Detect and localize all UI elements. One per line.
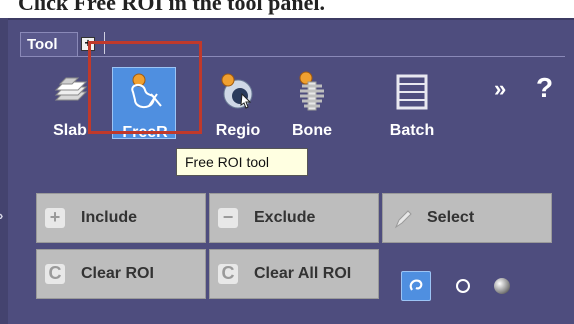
clear-roi-label: Clear ROI: [81, 265, 154, 282]
batch-icon: [396, 74, 428, 110]
tab-tool[interactable]: Tool: [20, 32, 78, 56]
tool-bone[interactable]: Bone: [280, 64, 344, 142]
left-collapse-strip[interactable]: ›: [0, 18, 8, 324]
help-button[interactable]: ?: [536, 72, 553, 104]
tool-region-label: Regio: [215, 122, 261, 139]
tool-batch-label: Batch: [389, 122, 435, 139]
bone-icon: [299, 71, 324, 111]
plus-icon: +: [45, 208, 65, 228]
clear-roi-button[interactable]: C Clear ROI: [36, 249, 206, 299]
sphere-mode-toggle[interactable]: [494, 278, 510, 294]
clear-icon: C: [45, 264, 65, 284]
pencil-icon: [394, 210, 412, 229]
select-button[interactable]: Select: [382, 193, 552, 243]
tool-bone-label: Bone: [292, 122, 332, 139]
tool-batch[interactable]: Batch: [380, 64, 444, 142]
include-label: Include: [81, 209, 138, 226]
minus-icon: −: [218, 208, 238, 228]
slab-icon: [54, 77, 88, 101]
exclude-button[interactable]: − Exclude: [209, 193, 379, 243]
page-caption: Click Free ROI in the tool panel.: [18, 0, 325, 15]
clear-all-icon: C: [218, 264, 238, 284]
tooltip: Free ROI tool: [176, 148, 308, 176]
expand-arrow-icon[interactable]: ›: [0, 208, 3, 223]
freehand-loop-icon: [409, 279, 423, 291]
clear-all-roi-button[interactable]: C Clear All ROI: [209, 249, 379, 299]
freehand-mode-toggle[interactable]: [401, 271, 431, 301]
exclude-label: Exclude: [254, 209, 316, 226]
tutorial-highlight-box: [88, 41, 202, 134]
more-tools-button[interactable]: »: [494, 76, 506, 102]
tool-region[interactable]: Regio: [206, 64, 270, 142]
clear-all-roi-label: Clear All ROI: [254, 265, 352, 282]
select-label: Select: [427, 209, 475, 226]
include-button[interactable]: + Include: [36, 193, 206, 243]
region-icon: [221, 73, 253, 109]
circle-mode-toggle[interactable]: [456, 279, 470, 293]
